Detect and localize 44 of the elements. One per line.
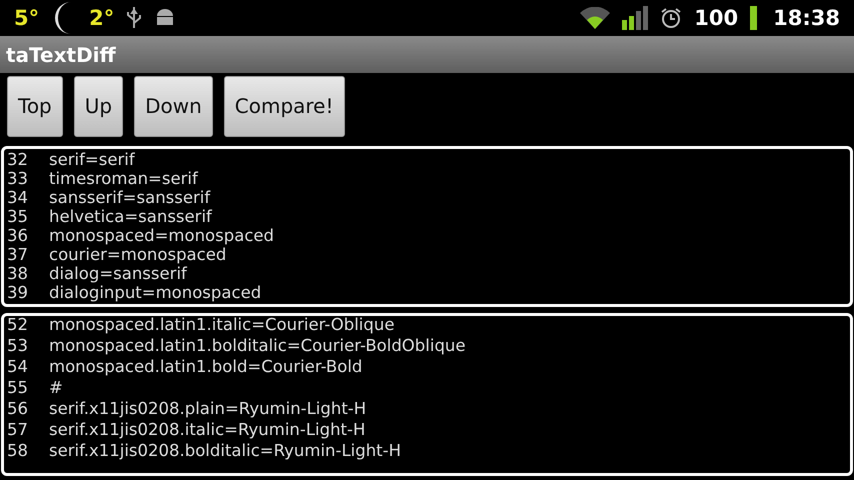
action-button[interactable]: Top	[7, 76, 63, 137]
line-text: #	[49, 378, 63, 397]
temperature-text: 5°	[14, 6, 40, 30]
line-number: 33	[6, 168, 29, 188]
clock-text: 18:38	[773, 6, 840, 30]
line-number: 56	[6, 398, 29, 418]
line-number: 53	[6, 336, 29, 355]
line-text: sansserif=sansserif	[49, 188, 210, 207]
line-number: 58	[6, 440, 29, 460]
line-number: 32	[6, 150, 29, 169]
battery-icon	[750, 6, 758, 30]
action-button[interactable]: Up	[74, 76, 124, 137]
wifi-icon	[580, 7, 610, 30]
action-button[interactable]: Compare!	[224, 76, 345, 137]
app-title: taTextDiff	[6, 42, 116, 67]
temperature-text: 2°	[89, 6, 114, 30]
line-number: 39	[6, 282, 29, 302]
line-text: monospaced.latin1.italic=Courier-Oblique	[49, 316, 394, 334]
line-number: 37	[6, 244, 29, 264]
line-text: dialog=sansserif	[49, 264, 187, 283]
line-text: monospaced=monospaced	[49, 226, 274, 245]
signal-icon	[622, 6, 648, 30]
alarm-icon	[660, 7, 682, 30]
line-text: helvetica=sansserif	[49, 206, 212, 226]
line-text: monospaced.latin1.bold=Courier-Bold	[49, 356, 362, 376]
battery-level-text: 100	[694, 6, 738, 30]
usb-icon	[126, 6, 142, 30]
line-number: 55	[6, 378, 29, 397]
line-number: 57	[6, 420, 29, 439]
action-button[interactable]: Down	[134, 76, 213, 137]
line-text: serif.x11jis0208.plain=Ryumin-Light-H	[49, 398, 366, 418]
line-number: 54	[6, 356, 29, 376]
line-number: 34	[6, 188, 29, 207]
line-text: monospaced.latin1.bolditalic=Courier-BoldOblique	[49, 336, 466, 355]
line-number: 36	[6, 226, 29, 245]
line-text: timesroman=serif	[49, 168, 198, 188]
line-text: dialoginput=monospaced	[49, 282, 262, 302]
line-number: 35	[6, 206, 29, 226]
line-text: serif.x11jis0208.italic=Ryumin-Light-H	[49, 420, 366, 439]
line-text: serif=serif	[49, 150, 135, 169]
line-number: 52	[6, 316, 29, 334]
line-text: serif.x11jis0208.bolditalic=Ryumin-Light-H	[49, 440, 401, 460]
line-text: courier=monospaced	[49, 244, 226, 264]
line-number: 38	[6, 264, 29, 283]
